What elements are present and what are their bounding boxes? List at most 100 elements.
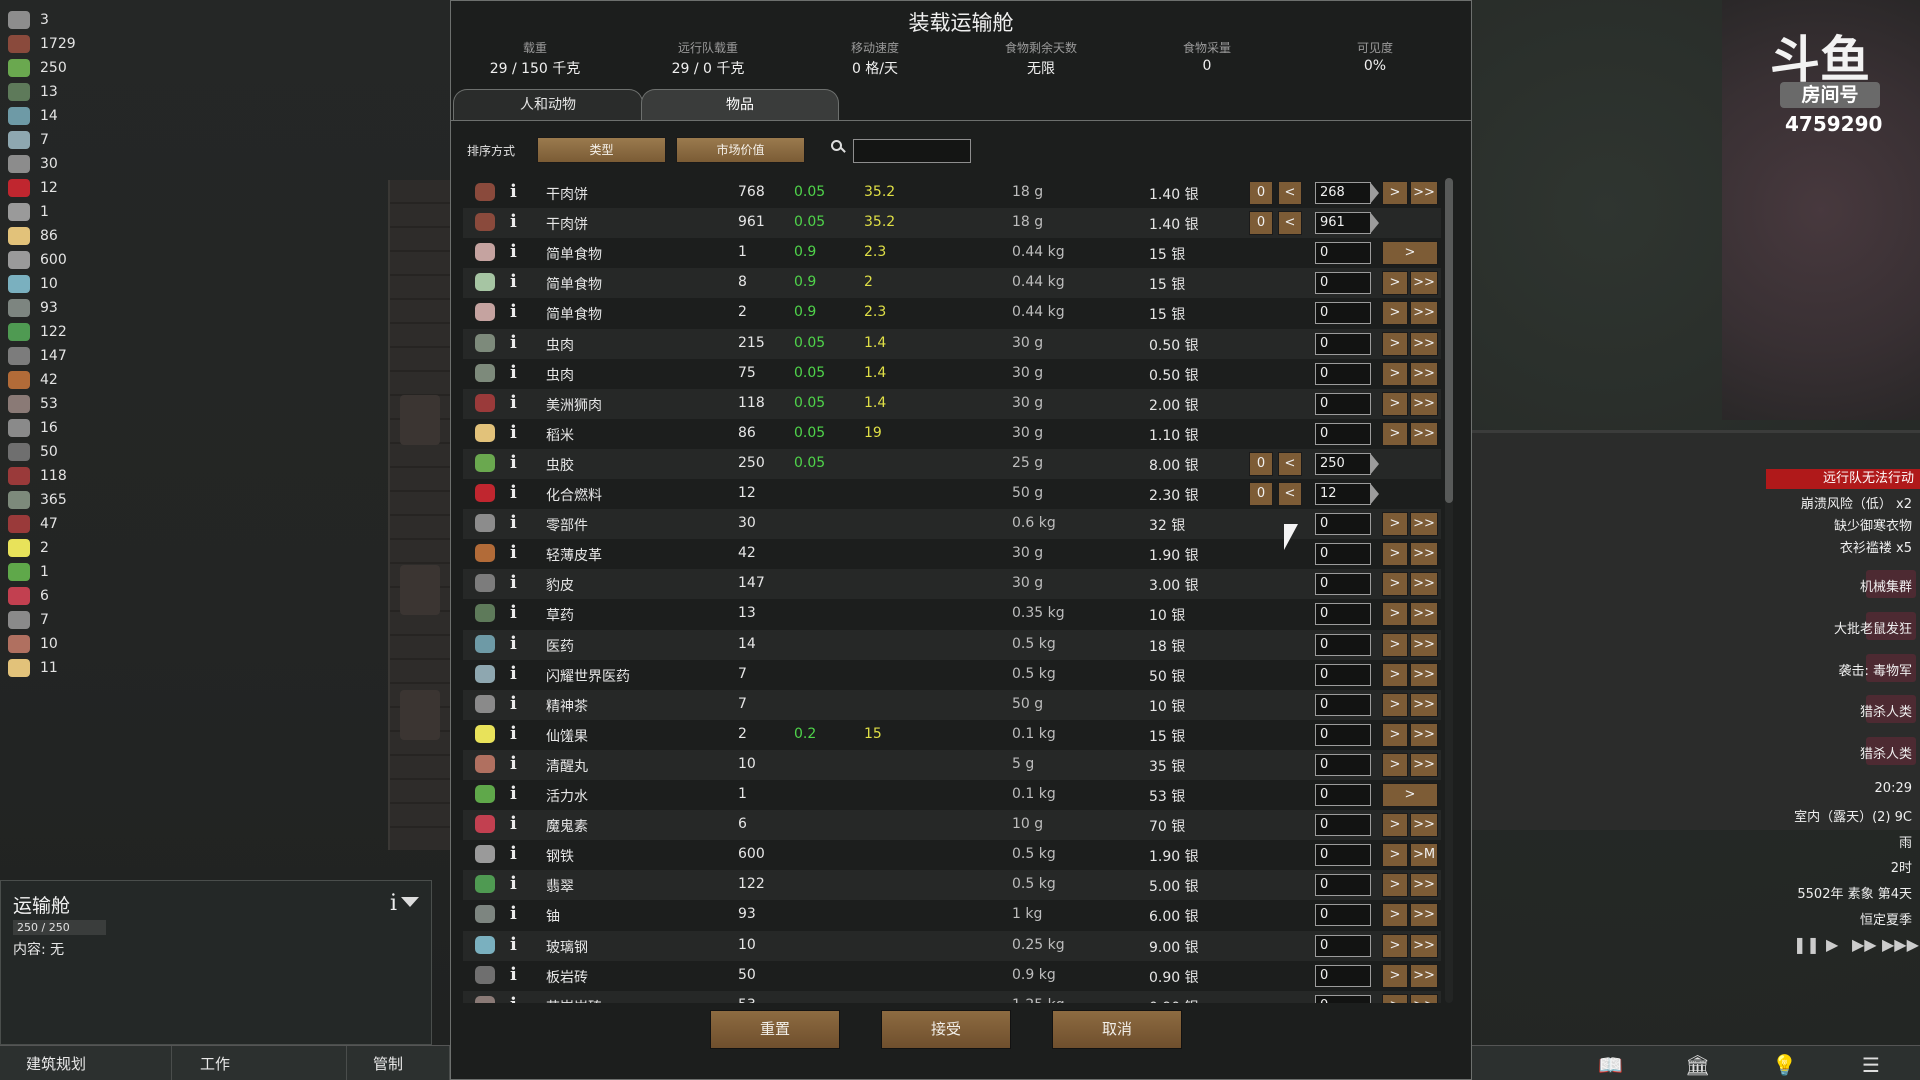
quantity-input[interactable]: 0 <box>1315 332 1371 355</box>
ultra-speed-icon[interactable]: ▶▶▶ <box>1882 935 1919 954</box>
increase-button[interactable]: > <box>1382 752 1408 777</box>
resource-item[interactable]: 14 <box>8 104 128 128</box>
event-mech-cluster[interactable]: 机械集群 <box>1860 576 1912 595</box>
map-pawn[interactable] <box>400 690 440 740</box>
increase-max-button[interactable]: >> <box>1410 813 1438 838</box>
info-icon[interactable]: i <box>510 663 517 684</box>
increase-button[interactable]: > <box>1382 391 1408 416</box>
tab-items[interactable]: 物品 <box>641 89 839 121</box>
map-pawn[interactable] <box>400 565 440 615</box>
reset-count-button[interactable]: 0 <box>1249 211 1273 236</box>
resource-item[interactable]: 10 <box>8 632 128 656</box>
reset-count-button[interactable]: 0 <box>1249 482 1273 506</box>
info-icon[interactable]: i <box>510 934 517 955</box>
reset-count-button[interactable]: 0 <box>1249 181 1273 205</box>
quantity-input[interactable]: 0 <box>1315 934 1371 957</box>
increase-button[interactable]: > <box>1382 361 1408 386</box>
increase-max-button[interactable]: >> <box>1410 752 1438 777</box>
increase-max-button[interactable]: >> <box>1410 331 1438 356</box>
reset-button[interactable]: 重置 <box>710 1010 840 1049</box>
resource-item[interactable]: 53 <box>8 392 128 416</box>
info-icon[interactable]: i <box>510 181 517 202</box>
increase-max-button[interactable]: >> <box>1410 933 1438 958</box>
increase-max-button[interactable]: >> <box>1410 301 1438 326</box>
info-icon[interactable]: i <box>510 362 517 383</box>
resource-item[interactable]: 147 <box>8 344 128 368</box>
quantity-input[interactable]: 0 <box>1315 994 1371 1003</box>
increase-button[interactable]: > <box>1382 632 1408 657</box>
increase-button[interactable]: > <box>1382 301 1408 326</box>
quantity-input[interactable]: 0 <box>1315 814 1371 837</box>
increase-button[interactable]: > <box>1382 903 1408 928</box>
decrease-button[interactable]: < <box>1278 181 1302 205</box>
quantity-input[interactable]: 0 <box>1315 392 1371 415</box>
info-icon[interactable]: i <box>510 783 517 804</box>
resource-item[interactable]: 118 <box>8 464 128 488</box>
increase-button[interactable]: > <box>1382 722 1408 747</box>
alert-ragged[interactable]: 衣衫褴褛 x5 <box>1840 537 1912 556</box>
increase-button[interactable]: > <box>1382 873 1408 898</box>
resource-item[interactable]: 2 <box>8 536 128 560</box>
increase-button[interactable]: > <box>1382 963 1408 988</box>
info-icon[interactable]: i <box>510 753 517 774</box>
tab-pawns[interactable]: 人和动物 <box>453 89 643 121</box>
info-icon[interactable]: i <box>510 392 517 413</box>
info-icon[interactable]: i <box>510 271 517 292</box>
quantity-input[interactable]: 268 <box>1315 182 1371 204</box>
decrease-button[interactable]: < <box>1278 451 1302 476</box>
increase-button[interactable]: > <box>1382 602 1408 627</box>
resource-item[interactable]: 30 <box>8 152 128 176</box>
increase-button[interactable]: > <box>1382 843 1408 868</box>
resource-item[interactable]: 50 <box>8 440 128 464</box>
resource-item[interactable]: 7 <box>8 128 128 152</box>
research-icon[interactable]: 💡 <box>1772 1053 1797 1077</box>
scroll-thumb[interactable] <box>1445 178 1453 503</box>
resource-item[interactable]: 250 <box>8 56 128 80</box>
increase-max-button[interactable]: >> <box>1410 512 1438 537</box>
info-icon[interactable]: i <box>510 452 517 473</box>
pause-icon[interactable]: ❚❚ <box>1793 935 1820 954</box>
increase-max-button[interactable]: >> <box>1410 963 1438 988</box>
tab-architect[interactable]: 建筑规划 <box>0 1046 172 1080</box>
quantity-input[interactable]: 0 <box>1315 633 1371 656</box>
increase-max-button[interactable]: >> <box>1410 572 1438 597</box>
resource-item[interactable]: 42 <box>8 368 128 392</box>
quantity-input[interactable]: 0 <box>1315 513 1371 536</box>
resource-item[interactable]: 13 <box>8 80 128 104</box>
quantity-input[interactable]: 0 <box>1315 242 1371 265</box>
alert-breakdown[interactable]: 崩溃风险（低） x2 <box>1801 493 1912 512</box>
info-icon[interactable]: i <box>510 422 517 443</box>
increase-max-button[interactable]: >> <box>1410 542 1438 567</box>
info-icon[interactable]: i <box>510 512 517 533</box>
increase-button[interactable]: > <box>1382 572 1408 597</box>
info-icon[interactable]: i <box>510 723 517 744</box>
resource-item[interactable]: 93 <box>8 296 128 320</box>
info-icon[interactable]: i <box>510 332 517 353</box>
scrollbar[interactable] <box>1445 178 1453 1003</box>
event-manhunter[interactable]: 猎杀人类 <box>1860 743 1912 762</box>
increase-max-button[interactable]: >> <box>1410 361 1438 386</box>
quantity-input[interactable]: 0 <box>1315 272 1371 295</box>
resource-item[interactable]: 600 <box>8 248 128 272</box>
increase-max-button[interactable]: >> <box>1410 632 1438 657</box>
resource-item[interactable]: 3 <box>8 8 128 32</box>
event-raid[interactable]: 袭击: 毒物军 <box>1838 660 1912 679</box>
resource-item[interactable]: 12 <box>8 176 128 200</box>
info-icon[interactable]: i <box>390 891 397 916</box>
resource-item[interactable]: 7 <box>8 608 128 632</box>
collapse-icon[interactable] <box>401 897 419 907</box>
increase-max-button[interactable]: >> <box>1410 692 1438 717</box>
quantity-input[interactable]: 0 <box>1315 422 1371 445</box>
quantity-input[interactable]: 0 <box>1315 784 1371 806</box>
quantity-input[interactable]: 0 <box>1315 543 1371 566</box>
increase-button[interactable]: > <box>1382 421 1408 446</box>
fast-forward-icon[interactable]: ▶▶ <box>1852 935 1877 954</box>
quantity-input[interactable]: 961 <box>1315 212 1371 235</box>
resource-item[interactable]: 6 <box>8 584 128 608</box>
info-icon[interactable]: i <box>510 211 517 232</box>
info-icon[interactable]: i <box>510 693 517 714</box>
book-icon[interactable]: 📖 <box>1598 1053 1623 1077</box>
quantity-input[interactable]: 0 <box>1315 874 1371 897</box>
alert-cold-clothes[interactable]: 缺少御寒衣物 <box>1834 515 1912 534</box>
info-icon[interactable]: i <box>510 873 517 894</box>
